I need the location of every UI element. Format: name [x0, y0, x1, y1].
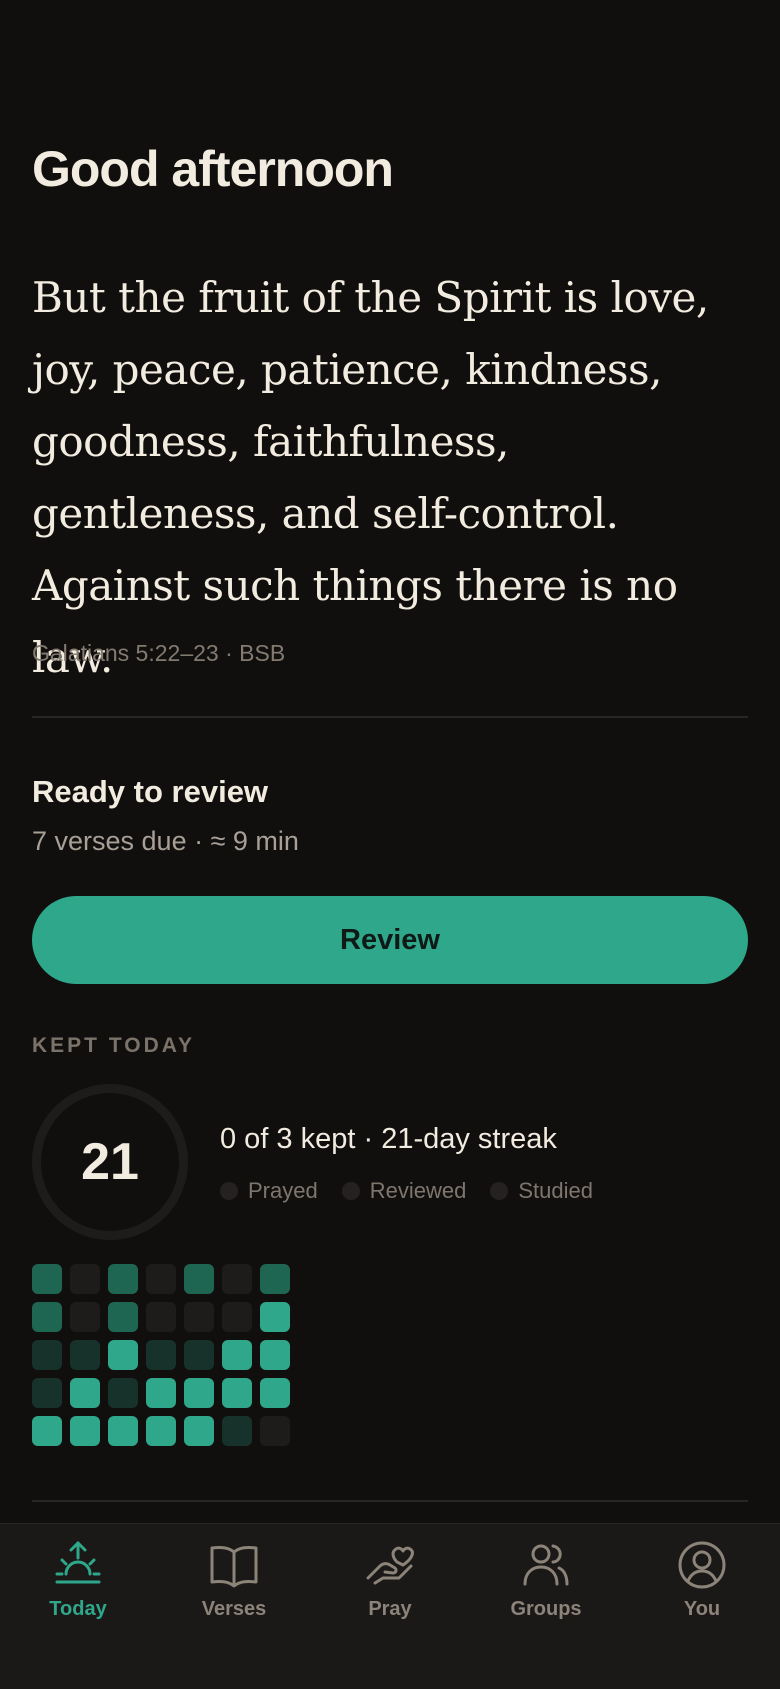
- kept-summary: 0 of 3 kept · 21-day streak: [220, 1123, 557, 1155]
- heatmap-cell: [260, 1340, 290, 1370]
- tab-label: Groups: [510, 1598, 582, 1620]
- heatmap-cell: [260, 1416, 290, 1446]
- heatmap-cell: [32, 1264, 62, 1294]
- heatmap-cell: [184, 1416, 214, 1446]
- heatmap-cell: [108, 1378, 138, 1408]
- heatmap-cell: [70, 1416, 100, 1446]
- verse-of-the-day: But the fruit of the Spirit is love, joy…: [32, 273, 709, 682]
- habit-label: Studied: [518, 1178, 593, 1203]
- habit-prayed[interactable]: Prayed: [220, 1178, 318, 1204]
- heatmap-cell: [108, 1340, 138, 1370]
- habit-status-dot: [490, 1182, 509, 1200]
- kept-today-label: KEPT TODAY: [32, 1034, 196, 1057]
- heatmap-cell: [146, 1378, 176, 1408]
- users-icon: [523, 1544, 569, 1586]
- tab-groups[interactable]: Groups: [486, 1538, 606, 1638]
- heatmap-cell: [184, 1340, 214, 1370]
- heatmap-cell: [32, 1302, 62, 1332]
- habit-label: Reviewed: [369, 1178, 467, 1203]
- heatmap-cell: [184, 1378, 214, 1408]
- tab-label: Today: [49, 1598, 107, 1620]
- divider: [32, 716, 748, 718]
- heatmap-cell: [146, 1264, 176, 1294]
- bottom-tab-bar: Today Verses Pray Groups You: [0, 1523, 780, 1689]
- hand-heart-icon: [366, 1546, 414, 1585]
- heatmap-cell: [260, 1264, 290, 1294]
- greeting-title: Good afternoon: [32, 141, 394, 197]
- tab-verses[interactable]: Verses: [174, 1538, 294, 1638]
- heatmap-cell: [222, 1340, 252, 1370]
- heatmap-cell: [260, 1302, 290, 1332]
- tab-label: You: [683, 1598, 721, 1620]
- heatmap-cell: [222, 1302, 252, 1332]
- review-button[interactable]: Review: [32, 896, 748, 984]
- heatmap-cell: [146, 1302, 176, 1332]
- heatmap-cell: [108, 1302, 138, 1332]
- tab-label: Pray: [368, 1598, 412, 1620]
- heatmap-cell: [70, 1340, 100, 1370]
- heatmap-cell: [260, 1378, 290, 1408]
- streak-ring: 21: [32, 1084, 188, 1240]
- heatmap-cell: [32, 1340, 62, 1370]
- open-book-icon: [210, 1546, 258, 1588]
- user-circle-icon: [678, 1541, 726, 1589]
- tab-pray[interactable]: Pray: [330, 1538, 450, 1638]
- review-title: Ready to review: [32, 774, 269, 809]
- heatmap-cell: [222, 1378, 252, 1408]
- heatmap-cell: [222, 1416, 252, 1446]
- heatmap-cell: [146, 1340, 176, 1370]
- habit-studied[interactable]: Studied: [490, 1178, 593, 1204]
- habit-list: Prayed Reviewed Studied: [220, 1178, 617, 1204]
- habit-status-dot: [220, 1182, 238, 1200]
- habit-status-dot: [341, 1182, 360, 1200]
- heatmap-cell: [70, 1302, 100, 1332]
- divider: [32, 1500, 748, 1502]
- tab-today[interactable]: Today: [18, 1538, 138, 1638]
- heatmap-cell: [32, 1416, 62, 1446]
- today-screen: Good afternoon But the fruit of the Spir…: [0, 0, 780, 1689]
- heatmap-cell: [222, 1264, 252, 1294]
- habit-label: Prayed: [248, 1178, 318, 1203]
- habit-reviewed[interactable]: Reviewed: [341, 1178, 467, 1204]
- verse-reference: Galatians 5:22–23 · BSB: [32, 640, 286, 666]
- heatmap-cell: [108, 1416, 138, 1446]
- review-subtitle: 7 verses due · ≈ 9 min: [32, 826, 299, 856]
- heatmap-cell: [146, 1416, 176, 1446]
- heatmap-cell: [32, 1378, 62, 1408]
- streak-heatmap: [32, 1264, 290, 1446]
- heatmap-cell: [108, 1264, 138, 1294]
- tab-label: Verses: [201, 1598, 267, 1620]
- heatmap-cell: [70, 1378, 100, 1408]
- heatmap-cell: [184, 1264, 214, 1294]
- heatmap-cell: [70, 1264, 100, 1294]
- streak-count: 21: [81, 1133, 139, 1191]
- heatmap-cell: [184, 1302, 214, 1332]
- tab-you[interactable]: You: [642, 1538, 762, 1638]
- sunrise-icon: [55, 1541, 101, 1584]
